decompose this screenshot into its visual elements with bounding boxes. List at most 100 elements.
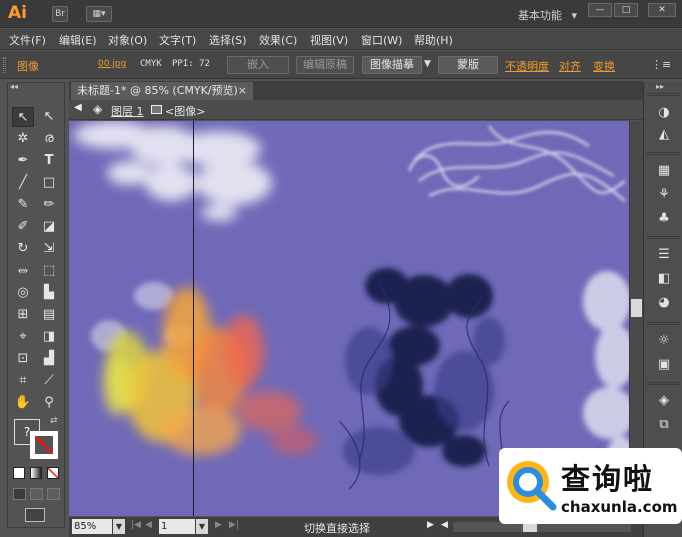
blend-tool-icon[interactable]: ◨ — [38, 327, 60, 347]
bridge-button[interactable]: Br — [52, 6, 68, 22]
zoom-level-field[interactable]: 85% — [72, 519, 112, 534]
free-transform-tool-icon[interactable]: ⬚ — [38, 261, 60, 281]
dock-collapse-icon[interactable]: ▸▸ — [656, 82, 664, 91]
draw-behind-icon[interactable] — [30, 488, 43, 500]
breadcrumb-layer[interactable]: 图层 1 — [111, 103, 144, 119]
zoom-tool-icon[interactable]: ⚲ — [38, 393, 60, 413]
workspace-switcher[interactable]: 基本功能 ▾ — [518, 7, 577, 23]
menu-window[interactable]: 窗口(W) — [361, 32, 402, 48]
embed-button[interactable]: 嵌入 — [227, 56, 289, 74]
width-tool-icon[interactable]: ⥈ — [12, 261, 34, 281]
hand-tool-icon[interactable]: ✋ — [12, 393, 34, 413]
opacity-link[interactable]: 不透明度 — [505, 58, 549, 74]
selection-tool-icon[interactable]: ↖ — [12, 107, 34, 127]
transform-link[interactable]: 变换 — [593, 58, 615, 74]
eyedropper-tool-icon[interactable]: ⌖ — [12, 327, 34, 347]
artboards-panel-icon[interactable]: ⧉ — [654, 416, 674, 434]
fill-stroke-widget[interactable]: ? ⇄ — [12, 416, 62, 463]
previous-artboard-icon[interactable]: ◀ — [145, 520, 152, 530]
close-tab-icon[interactable]: × — [238, 82, 247, 100]
symbols-panel-icon[interactable]: ♣ — [654, 210, 674, 228]
draw-normal-icon[interactable] — [13, 488, 26, 500]
shape-builder-tool-icon[interactable]: ◎ — [12, 283, 34, 303]
slice-tool-icon[interactable]: ⟋ — [38, 371, 60, 391]
menu-help[interactable]: 帮助(H) — [414, 32, 453, 48]
perspective-grid-tool-icon[interactable]: ▙ — [38, 283, 60, 303]
none-icon[interactable] — [47, 467, 59, 479]
eraser-tool-icon[interactable]: ◪ — [38, 217, 60, 237]
maximize-button[interactable]: □ — [614, 3, 638, 17]
minimize-button[interactable]: — — [588, 3, 612, 17]
artboard-dropdown-icon[interactable]: ▼ — [196, 519, 208, 534]
menu-select[interactable]: 选择(S) — [209, 32, 247, 48]
screen-mode-icon[interactable] — [25, 508, 45, 522]
scale-tool-icon[interactable]: ⇲ — [38, 239, 60, 259]
scrollbar-thumb[interactable] — [631, 299, 642, 317]
paintbrush-tool-icon[interactable]: ✎ — [12, 195, 34, 215]
document-tab[interactable]: 未标题-1* @ 85% (CMYK/预览) × — [71, 82, 253, 100]
column-graph-tool-icon[interactable]: ▟ — [38, 349, 60, 369]
linked-file-link[interactable]: 00.jpg — [98, 59, 126, 69]
line-segment-tool-icon[interactable]: ╱ — [12, 173, 34, 193]
document-tab-bar: 未标题-1* @ 85% (CMYK/预览) × — [69, 81, 643, 100]
transparency-panel-icon[interactable]: ◕ — [654, 294, 674, 312]
gradient-icon[interactable] — [30, 467, 42, 479]
arrange-documents-icon: ▦▾ — [92, 9, 106, 19]
close-button[interactable]: ✕ — [648, 3, 676, 17]
stroke-panel-icon[interactable]: ☰ — [654, 246, 674, 264]
menu-file[interactable]: 文件(F) — [9, 32, 46, 48]
control-gripper — [3, 57, 6, 73]
stroke-swatch[interactable] — [30, 431, 58, 459]
blob-brush-tool-icon[interactable]: ✐ — [12, 217, 34, 237]
arrange-documents-button[interactable]: ▦▾ — [86, 6, 112, 22]
type-tool-icon[interactable]: T — [38, 151, 60, 171]
align-link[interactable]: 对齐 — [559, 58, 581, 74]
gradient-panel-icon[interactable]: ◧ — [654, 270, 674, 288]
document-tab-title: 未标题-1* @ 85% (CMYK/预览) — [77, 84, 238, 97]
guide-line[interactable] — [193, 121, 194, 516]
pen-tool-icon[interactable]: ✒ — [12, 151, 34, 171]
zoom-dropdown-icon[interactable]: ▼ — [113, 519, 125, 534]
artboard-tool-icon[interactable]: ⌗ — [12, 371, 34, 391]
back-arrow-icon[interactable]: ◀ — [74, 102, 88, 117]
breadcrumb-item[interactable]: <图像> — [165, 103, 205, 119]
menu-effect[interactable]: 效果(C) — [259, 32, 297, 48]
mask-button[interactable]: 蒙版 — [438, 56, 498, 74]
last-artboard-icon[interactable]: ▶| — [229, 520, 239, 530]
color-panel-icon[interactable]: ◑ — [654, 104, 674, 122]
color-guide-panel-icon[interactable]: ◭ — [654, 126, 674, 144]
selection-type-label[interactable]: 图像 — [17, 58, 39, 74]
collapse-panel-icon[interactable]: ◂◂ — [10, 82, 18, 91]
rotate-tool-icon[interactable]: ↻ — [12, 239, 34, 259]
panel-menu-icon[interactable]: ⋮≡ — [651, 58, 671, 71]
next-artboard-icon[interactable]: ▶ — [215, 520, 222, 530]
draw-inside-icon[interactable] — [47, 488, 60, 500]
edit-original-button[interactable]: 编辑原稿 — [296, 56, 354, 74]
layers-panel-icon[interactable]: ◈ — [654, 392, 674, 410]
swatches-panel-icon[interactable]: ▦ — [654, 162, 674, 180]
lasso-tool-icon[interactable]: ര — [38, 129, 60, 149]
artboard-number-field[interactable]: 1 — [159, 519, 195, 534]
status-menu-icon[interactable]: ▶ — [427, 520, 434, 530]
first-artboard-icon[interactable]: |◀ — [131, 520, 141, 530]
color-icon[interactable] — [13, 467, 25, 479]
magic-wand-tool-icon[interactable]: ✲ — [12, 129, 34, 149]
color-mode-text: CMYK — [140, 59, 162, 69]
swap-fill-stroke-icon[interactable]: ⇄ — [50, 416, 58, 426]
gradient-tool-icon[interactable]: ▤ — [38, 305, 60, 325]
brushes-panel-icon[interactable]: ⚘ — [654, 186, 674, 204]
menu-object[interactable]: 对象(O) — [108, 32, 147, 48]
mesh-tool-icon[interactable]: ⊞ — [12, 305, 34, 325]
rectangle-tool-icon[interactable]: □ — [38, 173, 60, 193]
scroll-left-icon[interactable]: ◀ — [441, 520, 448, 530]
image-trace-button[interactable]: 图像描摹 — [362, 56, 422, 74]
menu-view[interactable]: 视图(V) — [310, 32, 348, 48]
pencil-tool-icon[interactable]: ✏ — [38, 195, 60, 215]
direct-selection-tool-icon[interactable]: ↖ — [38, 107, 60, 127]
menu-edit[interactable]: 编辑(E) — [59, 32, 97, 48]
appearance-panel-icon[interactable]: ☼ — [654, 332, 674, 350]
image-trace-dropdown-icon[interactable]: ▼ — [424, 59, 431, 69]
graphic-styles-panel-icon[interactable]: ▣ — [654, 356, 674, 374]
symbol-sprayer-tool-icon[interactable]: ⊡ — [12, 349, 34, 369]
menu-type[interactable]: 文字(T) — [159, 32, 196, 48]
